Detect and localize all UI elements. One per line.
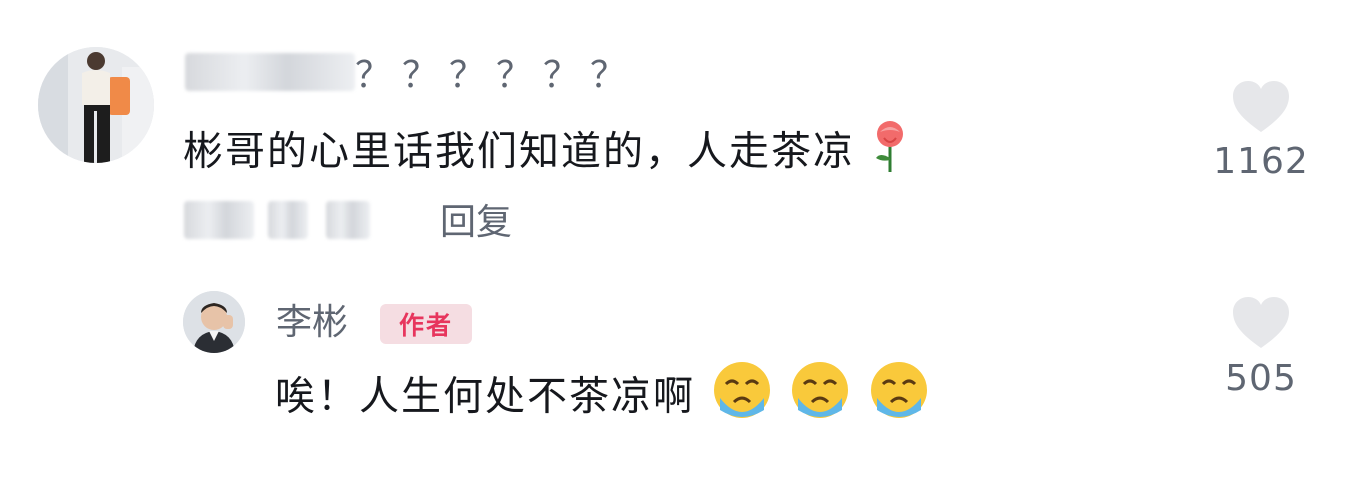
- comment-text: 彬哥的心里话我们知道的，人走茶凉: [183, 118, 910, 175]
- author-avatar[interactable]: [183, 291, 245, 353]
- rose-emoji: [870, 118, 910, 189]
- crying-face-emoji: [867, 360, 931, 437]
- reply-body: 唉！人生何处不茶凉啊: [275, 373, 695, 420]
- crying-face-emoji: [788, 360, 852, 437]
- heart-icon[interactable]: [1231, 80, 1291, 134]
- crying-face-emoji: [710, 360, 774, 437]
- like-count: 505: [1225, 358, 1297, 399]
- heart-icon[interactable]: [1231, 296, 1291, 350]
- author-badge: 作者: [380, 304, 472, 344]
- reply-author-name[interactable]: 李彬: [276, 301, 348, 345]
- comment-list: ？？？？？？ 彬哥的心里话我们知道的，人走茶凉 回复 1162 李彬 作者 唉！…: [0, 0, 1366, 484]
- reply-text: 唉！人生何处不茶凉啊: [275, 360, 931, 420]
- like-count: 1162: [1213, 141, 1309, 182]
- blurred-meta: [326, 201, 370, 239]
- commenter-username[interactable]: ？？？？？？: [185, 50, 637, 96]
- blurred-timestamp: [184, 201, 254, 239]
- username-visible-part: ？？？？？？: [355, 55, 638, 96]
- comment-meta: [184, 196, 370, 244]
- reply-button[interactable]: 回复: [440, 201, 512, 245]
- blurred-location: [268, 201, 308, 239]
- blurred-username: [185, 53, 355, 91]
- commenter-avatar[interactable]: [38, 47, 154, 163]
- comment-body: 彬哥的心里话我们知道的，人走茶凉: [183, 128, 855, 175]
